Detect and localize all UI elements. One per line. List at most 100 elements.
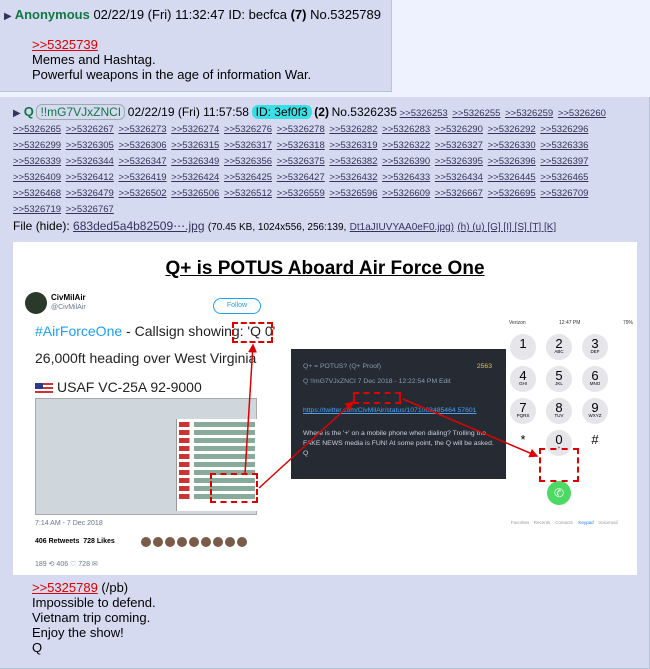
reply-backlink[interactable]: >>5326276 xyxy=(224,124,272,135)
reply-backlink[interactable]: >>5326299 xyxy=(13,140,61,151)
reply-backlink[interactable]: >>5326395 xyxy=(435,156,483,167)
post-5325789: ▶ Anonymous 02/22/19 (Fri) 11:32:47 ID: b… xyxy=(0,0,392,92)
post-line: Memes and Hashtag. xyxy=(32,52,156,67)
reply-backlink[interactable]: >>5326267 xyxy=(66,124,114,135)
reply-backlink[interactable]: >>5326322 xyxy=(382,140,430,151)
post-5326235: ▶ Q !!mG7VJxZNCI 02/22/19 (Fri) 11:57:58 … xyxy=(0,97,650,669)
reply-backlink[interactable]: >>5326253 xyxy=(400,108,448,119)
reply-backlink[interactable]: >>5326259 xyxy=(505,108,553,119)
file-link[interactable]: 683ded5a4b82509⋯.jpg xyxy=(73,219,204,233)
file-label: File xyxy=(13,219,33,233)
poster-id-count: (7) xyxy=(290,7,307,22)
reply-backlink[interactable]: >>5326433 xyxy=(382,172,430,183)
post-body: >>5325739 Memes and Hashtag. Powerful we… xyxy=(32,37,311,82)
reply-backlink[interactable]: >>5326319 xyxy=(329,140,377,151)
post-datetime: 02/22/19 (Fri) 11:57:58 xyxy=(127,105,249,119)
reply-backlink[interactable]: >>5326255 xyxy=(452,108,500,119)
poster-name: Anonymous xyxy=(14,7,90,22)
reply-backlink[interactable]: >>5326506 xyxy=(171,188,219,199)
reply-backlink[interactable]: >>5326330 xyxy=(488,140,536,151)
reply-backlink[interactable]: >>5326425 xyxy=(224,172,272,183)
attached-image[interactable]: Q+ is POTUS Aboard Air Force One CivMilA… xyxy=(13,242,637,575)
reply-backlink[interactable]: >>5326317 xyxy=(224,140,272,151)
reply-backlink[interactable]: >>5326278 xyxy=(277,124,325,135)
reply-backlink[interactable]: >>5326719 xyxy=(13,204,61,215)
reply-backlink[interactable]: >>5326344 xyxy=(66,156,114,167)
reply-backlink[interactable]: >>5326465 xyxy=(540,172,588,183)
poster-name: Q xyxy=(23,104,34,119)
reply-backlink[interactable]: >>5326424 xyxy=(171,172,219,183)
reply-backlink[interactable]: >>5326432 xyxy=(329,172,377,183)
reply-backlink[interactable]: >>5326283 xyxy=(382,124,430,135)
reply-backlink[interactable]: >>5326445 xyxy=(488,172,536,183)
post-number[interactable]: No.5326235 xyxy=(332,105,397,119)
poster-id-badge[interactable]: ID: 3ef0f3 xyxy=(251,105,312,119)
reply-backlink[interactable]: >>5326347 xyxy=(118,156,166,167)
post-line: Impossible to defend. xyxy=(32,595,156,610)
original-filename[interactable]: Dt1aJIUVYAA0eF0.jpg) xyxy=(350,222,454,233)
image-search-tools[interactable]: (h) (u) [G] [I] [S] [T] [K] xyxy=(457,222,556,233)
reply-backlink[interactable]: >>5326479 xyxy=(66,188,114,199)
post-number[interactable]: No.5325789 xyxy=(310,7,381,22)
reply-backlink[interactable]: >>5326412 xyxy=(66,172,114,183)
reply-backlink[interactable]: >>5326265 xyxy=(13,124,61,135)
reply-backlink[interactable]: >>5326336 xyxy=(540,140,588,151)
post-line: Q xyxy=(32,640,43,655)
quote-link[interactable]: >>5325739 xyxy=(32,37,98,52)
reply-backlink[interactable]: >>5326427 xyxy=(277,172,325,183)
reply-backlink[interactable]: >>5326767 xyxy=(66,204,114,215)
reply-backlink[interactable]: >>5326296 xyxy=(540,124,588,135)
poster-id[interactable]: becfca xyxy=(249,7,287,22)
poster-id-label: ID: xyxy=(228,7,245,22)
reply-backlink[interactable]: >>5326390 xyxy=(382,156,430,167)
post-header: ▶ Q !!mG7VJxZNCI 02/22/19 (Fri) 11:57:58 … xyxy=(13,104,643,218)
reply-backlink[interactable]: >>5326512 xyxy=(224,188,272,199)
reply-backlink[interactable]: >>5326327 xyxy=(435,140,483,151)
post-line: Vietnam trip coming. xyxy=(32,610,151,625)
reply-backlink[interactable]: >>5326282 xyxy=(329,124,377,135)
reply-backlink[interactable]: >>5326667 xyxy=(435,188,483,199)
reply-backlink[interactable]: >>5326273 xyxy=(118,124,166,135)
post-header: ▶ Anonymous 02/22/19 (Fri) 11:32:47 ID: b… xyxy=(4,7,381,22)
reply-backlink[interactable]: >>5326468 xyxy=(13,188,61,199)
callout-arrows xyxy=(244,343,539,489)
reply-backlink[interactable]: >>5326292 xyxy=(488,124,536,135)
quote-suffix: (/pb) xyxy=(97,580,129,595)
file-info: File (hide): 683ded5a4b82509⋯.jpg (70.45… xyxy=(13,219,556,233)
reply-backlink[interactable]: >>5326290 xyxy=(435,124,483,135)
reply-backlink[interactable]: >>5326396 xyxy=(488,156,536,167)
reply-backlink[interactable]: >>5326709 xyxy=(540,188,588,199)
reply-backlink[interactable]: >>5326305 xyxy=(66,140,114,151)
quote-link[interactable]: >>5325789 xyxy=(32,580,98,595)
post-datetime: 02/22/19 (Fri) 11:32:47 xyxy=(93,7,225,22)
reply-backlink[interactable]: >>5326596 xyxy=(329,188,377,199)
reply-backlink[interactable]: >>5326356 xyxy=(224,156,272,167)
file-meta: (70.45 KB, 1024x556, 256:139, xyxy=(207,222,347,233)
reply-backlink[interactable]: >>5326349 xyxy=(171,156,219,167)
reply-backlink[interactable]: >>5326419 xyxy=(118,172,166,183)
reply-backlink[interactable]: >>5326695 xyxy=(488,188,536,199)
post-line: Powerful weapons in the age of informati… xyxy=(32,67,312,82)
reply-backlink[interactable]: >>5326339 xyxy=(13,156,61,167)
post-menu-arrow-icon[interactable]: ▶ xyxy=(13,108,21,119)
reply-backlink[interactable]: >>5326306 xyxy=(118,140,166,151)
reply-backlink[interactable]: >>5326409 xyxy=(13,172,61,183)
post-line: Enjoy the show! xyxy=(32,625,124,640)
post-menu-arrow-icon[interactable]: ▶ xyxy=(4,11,12,22)
reply-backlink[interactable]: >>5326315 xyxy=(171,140,219,151)
reply-backlink[interactable]: >>5326375 xyxy=(277,156,325,167)
reply-backlink[interactable]: >>5326318 xyxy=(277,140,325,151)
reply-backlinks: >>5326253 >>5326255 >>5326259 >>5326260 … xyxy=(13,108,608,215)
hide-image-link[interactable]: (hide): xyxy=(36,219,70,233)
reply-backlink[interactable]: >>5326260 xyxy=(558,108,606,119)
reply-backlink[interactable]: >>5326559 xyxy=(277,188,325,199)
reply-backlink[interactable]: >>5326434 xyxy=(435,172,483,183)
poster-id-count: (2) xyxy=(314,105,329,119)
reply-backlink[interactable]: >>5326609 xyxy=(382,188,430,199)
reply-backlink[interactable]: >>5326397 xyxy=(540,156,588,167)
reply-backlink[interactable]: >>5326382 xyxy=(329,156,377,167)
reply-backlink[interactable]: >>5326274 xyxy=(171,124,219,135)
tripcode-badge: !!mG7VJxZNCI xyxy=(36,104,126,120)
reply-backlink[interactable]: >>5326502 xyxy=(118,188,166,199)
post-body: >>5325789 (/pb) Impossible to defend. Vi… xyxy=(32,580,156,655)
